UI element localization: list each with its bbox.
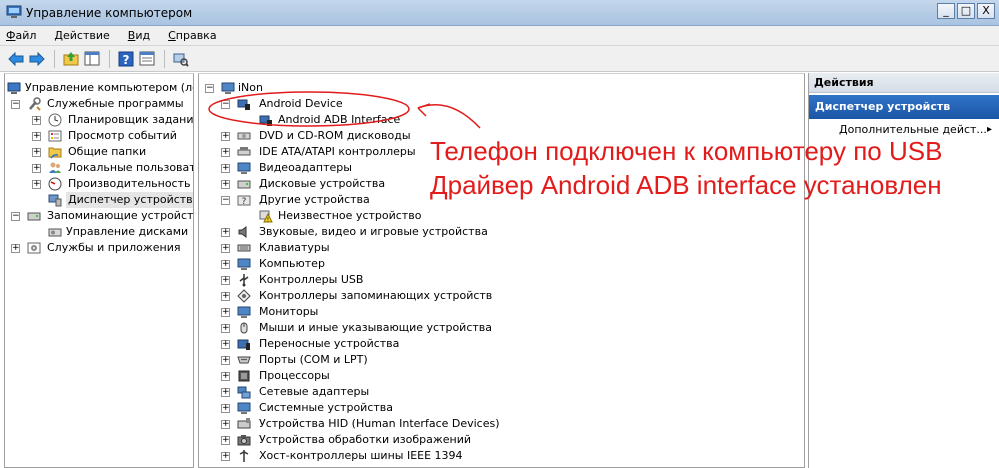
annotation-line-2: Драйвер Android ADB interface установлен	[430, 170, 942, 200]
annotation-arrow	[417, 104, 481, 129]
annotation-line-1: Телефон подключен к компьютеру по USB	[430, 136, 943, 166]
highlight-circle	[208, 91, 410, 127]
annotation-overlay	[208, 91, 481, 129]
